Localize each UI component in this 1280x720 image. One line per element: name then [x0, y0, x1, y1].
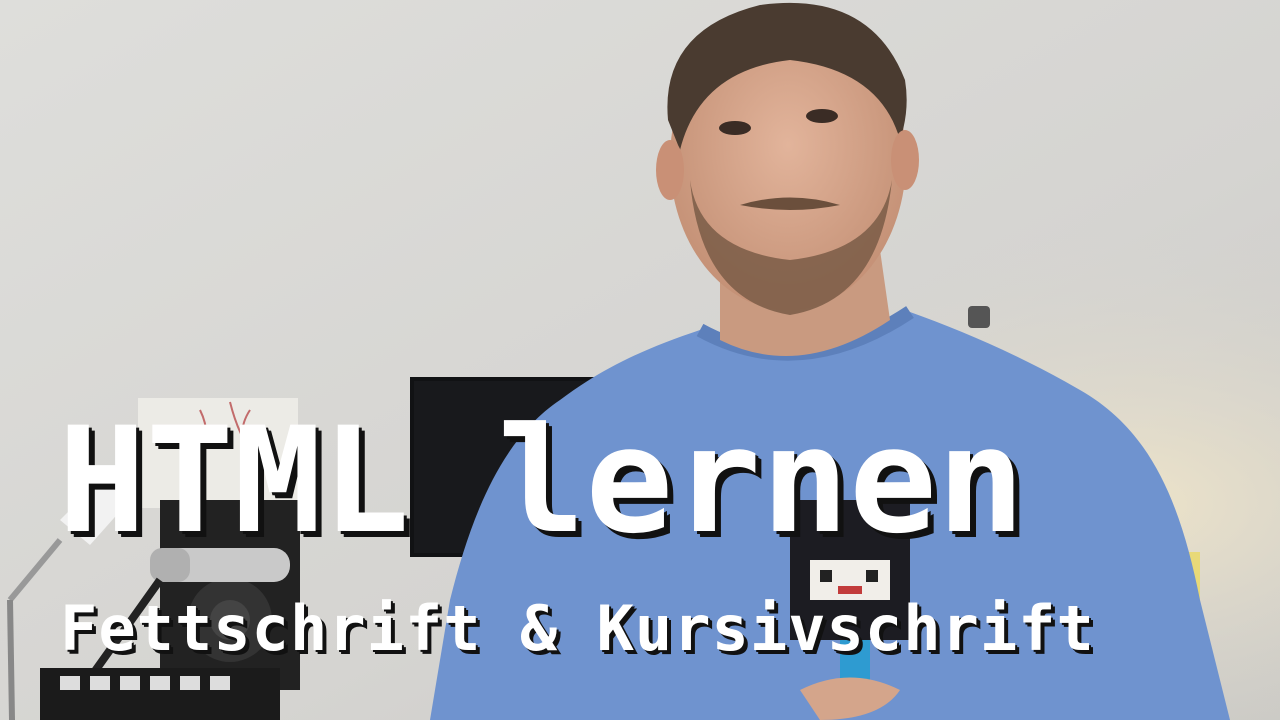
drum-pad-controller [40, 668, 280, 720]
video-subtitle: Fettschrift & Kursivschrift [60, 592, 1095, 665]
video-title: HTML lernen [58, 396, 1025, 566]
